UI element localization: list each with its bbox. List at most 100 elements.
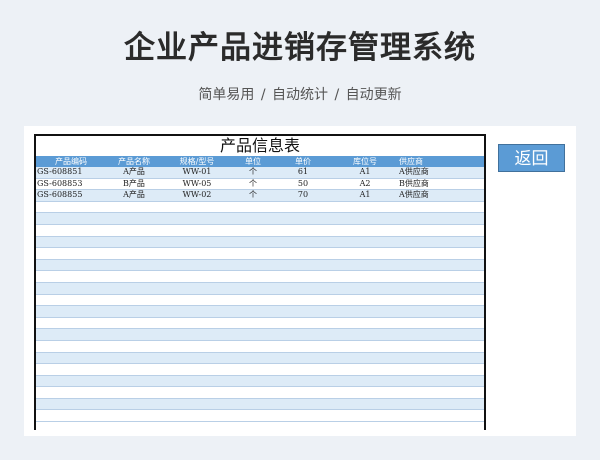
cell-supplier — [399, 295, 449, 306]
table-row — [36, 410, 484, 423]
cell-spec-model — [163, 376, 231, 387]
cell-spec-model — [163, 387, 231, 398]
cell-product-code — [36, 341, 105, 352]
cell-spec-model — [163, 410, 231, 421]
cell-product-name — [105, 341, 163, 352]
cell-spec-model — [163, 341, 231, 352]
cell-product-code — [36, 410, 105, 421]
cell-location — [331, 387, 399, 398]
cell-product-name — [105, 260, 163, 271]
cell-product-code: GS-608855 — [37, 190, 83, 200]
table-row: GS-608851 A产品 WW-01 个 61 A1 A供应商 — [36, 167, 484, 179]
cell-supplier — [399, 410, 449, 421]
cell-unit — [231, 248, 275, 259]
cell-unit-price — [275, 283, 331, 294]
cell-supplier — [399, 283, 449, 294]
cell-spec-model — [163, 306, 231, 317]
cell-spec-model — [163, 260, 231, 271]
cell-product-code — [36, 306, 105, 317]
cell-supplier — [399, 248, 449, 259]
cell-product-code — [36, 213, 105, 224]
back-button[interactable]: 返回 — [498, 144, 565, 172]
cell-spec-model — [163, 283, 231, 294]
cell-unit-price — [275, 248, 331, 259]
cell-product-code — [36, 399, 105, 410]
table-row — [36, 259, 484, 272]
cell-unit: 个 — [249, 178, 257, 188]
table-row — [36, 306, 484, 318]
cell-unit — [231, 260, 275, 271]
cell-unit-price — [275, 295, 331, 306]
cell-product-name — [105, 318, 163, 329]
table-row — [36, 224, 484, 237]
cell-location: A1 — [359, 167, 371, 176]
cell-product-code — [36, 283, 105, 294]
cell-unit — [231, 387, 275, 398]
cell-product-name: B产品 — [123, 178, 145, 188]
cell-unit-price: 70 — [297, 190, 309, 200]
cell-supplier — [399, 399, 449, 410]
cell-unit-price: 50 — [297, 178, 309, 188]
header-location: 库位号 — [353, 157, 377, 166]
header-unit-price: 单价 — [295, 157, 311, 166]
cell-product-name — [105, 271, 163, 282]
cell-spec-model — [163, 329, 231, 340]
cell-supplier — [399, 376, 449, 387]
cell-unit: 个 — [249, 167, 257, 176]
table-row — [36, 248, 484, 260]
cell-location — [331, 353, 399, 364]
table-row — [36, 282, 484, 295]
cell-supplier — [399, 271, 449, 282]
cell-unit — [231, 271, 275, 282]
cell-product-name — [105, 213, 163, 224]
cell-unit-price — [275, 353, 331, 364]
cell-product-name — [105, 387, 163, 398]
cell-product-name — [105, 376, 163, 387]
cell-spec-model: WW-05 — [182, 178, 212, 188]
banner-title: 企业产品进销存管理系统 — [124, 30, 476, 66]
cell-product-code — [36, 387, 105, 398]
cell-unit-price: 61 — [297, 167, 309, 176]
cell-product-name — [105, 202, 163, 213]
cell-unit — [231, 353, 275, 364]
cell-unit — [231, 376, 275, 387]
cell-unit-price — [275, 271, 331, 282]
cell-supplier — [399, 237, 449, 248]
cell-spec-model — [163, 213, 231, 224]
cell-unit — [231, 202, 275, 213]
cell-unit-price — [275, 225, 331, 236]
cell-product-code — [36, 237, 105, 248]
cell-location — [331, 237, 399, 248]
cell-unit-price — [275, 341, 331, 352]
cell-supplier: A供应商 — [399, 190, 429, 200]
table-row — [36, 271, 484, 283]
cell-unit-price — [275, 306, 331, 317]
cell-product-name — [105, 295, 163, 306]
cell-unit — [231, 318, 275, 329]
cell-spec-model — [163, 399, 231, 410]
cell-product-code — [36, 329, 105, 340]
table-row — [36, 352, 484, 365]
cell-unit — [231, 341, 275, 352]
cell-product-code — [36, 318, 105, 329]
cell-product-code — [36, 260, 105, 271]
cell-unit-price — [275, 364, 331, 375]
cell-unit — [231, 213, 275, 224]
cell-product-code — [36, 295, 105, 306]
cell-location — [331, 341, 399, 352]
header-product-code: 产品编码 — [55, 157, 87, 166]
cell-product-code — [36, 353, 105, 364]
cell-unit — [231, 410, 275, 421]
cell-unit-price — [275, 213, 331, 224]
cell-unit-price — [275, 376, 331, 387]
cell-unit-price — [275, 237, 331, 248]
table-row — [36, 201, 484, 214]
table-body: GS-608851 A产品 WW-01 个 61 A1 A供应商 GS-608853 B产品 WW… — [36, 167, 484, 423]
cell-spec-model — [163, 248, 231, 259]
cell-product-name: A产品 — [123, 190, 145, 200]
cell-supplier: A供应商 — [399, 167, 429, 176]
cell-spec-model — [163, 318, 231, 329]
cell-product-name — [105, 364, 163, 375]
cell-unit-price — [275, 387, 331, 398]
header-product-name: 产品名称 — [118, 157, 150, 166]
